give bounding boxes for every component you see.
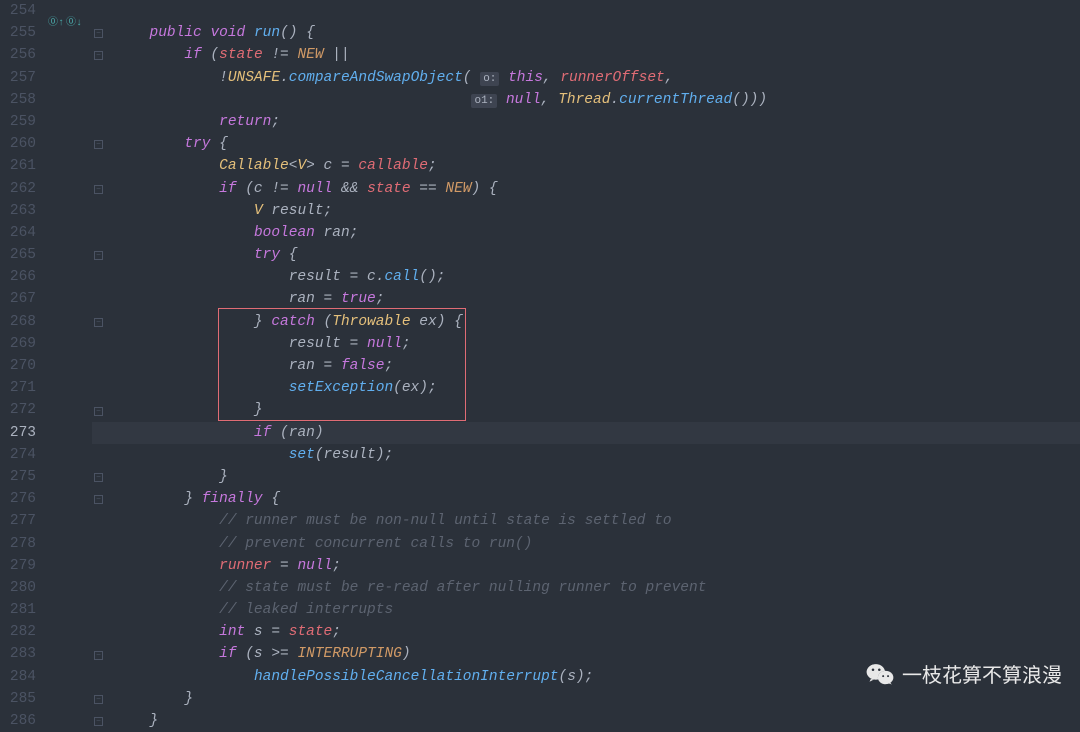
code-line[interactable]: boolean ran;: [106, 222, 1080, 244]
code-line[interactable]: }: [106, 710, 1080, 732]
line-number: 282: [4, 621, 36, 643]
code-line[interactable]: public void run() {: [106, 22, 1080, 44]
line-number: 277: [4, 510, 36, 532]
line-number: 256: [4, 44, 36, 66]
code-line[interactable]: set(result);: [106, 444, 1080, 466]
fold-column: −−−−−−−−−−−−: [92, 0, 106, 722]
line-number: 284: [4, 666, 36, 688]
code-line[interactable]: }: [106, 399, 1080, 421]
watermark: 一枝花算不算浪漫: [866, 659, 1062, 688]
param-hint-badge: o:: [480, 72, 499, 86]
fold-marker-icon[interactable]: −: [94, 140, 103, 149]
code-line[interactable]: if (state != NEW ||: [106, 44, 1080, 66]
fold-marker-icon[interactable]: −: [94, 51, 103, 60]
line-number: 262: [4, 178, 36, 200]
watermark-text: 一枝花算不算浪漫: [902, 659, 1062, 688]
line-number: 271: [4, 377, 36, 399]
fold-marker-icon[interactable]: −: [94, 318, 103, 327]
code-line[interactable]: // runner must be non-null until state i…: [106, 510, 1080, 532]
code-line[interactable]: o1: null, Thread.currentThread())): [106, 89, 1080, 111]
code-line[interactable]: setException(ex);: [106, 377, 1080, 399]
fold-marker-icon[interactable]: −: [94, 651, 103, 660]
line-number: 274: [4, 444, 36, 466]
wechat-icon: [866, 662, 894, 686]
fold-marker-icon[interactable]: −: [94, 473, 103, 482]
line-number: 269: [4, 333, 36, 355]
line-number: 281: [4, 599, 36, 621]
fold-marker-icon[interactable]: −: [94, 695, 103, 704]
line-number: 267: [4, 288, 36, 310]
override-down-icon[interactable]: ⓪↓: [66, 13, 82, 29]
code-line[interactable]: return;: [106, 111, 1080, 133]
line-number: 259: [4, 111, 36, 133]
code-line[interactable]: !UNSAFE.compareAndSwapObject( o: this, r…: [106, 67, 1080, 89]
fold-marker-icon[interactable]: −: [94, 29, 103, 38]
code-line[interactable]: }: [106, 688, 1080, 710]
override-up-icon[interactable]: ⓪↑: [48, 13, 64, 29]
line-number: 268: [4, 311, 36, 333]
line-number: 285: [4, 688, 36, 710]
line-number: 286: [4, 710, 36, 732]
code-line[interactable]: }: [106, 466, 1080, 488]
code-line[interactable]: if (c != null && state == NEW) {: [106, 178, 1080, 200]
line-number: 280: [4, 577, 36, 599]
line-number: 270: [4, 355, 36, 377]
code-line[interactable]: if (ran): [106, 422, 1080, 444]
code-line[interactable]: ran = true;: [106, 288, 1080, 310]
line-number: 258: [4, 89, 36, 111]
code-line[interactable]: // state must be re-read after nulling r…: [106, 577, 1080, 599]
code-line[interactable]: // leaked interrupts: [106, 599, 1080, 621]
code-line[interactable]: V result;: [106, 200, 1080, 222]
code-line[interactable]: result = c.call();: [106, 266, 1080, 288]
line-number: 279: [4, 555, 36, 577]
param-hint-badge: o1:: [471, 94, 497, 108]
code-area[interactable]: public void run() { if (state != NEW || …: [106, 0, 1080, 722]
code-line[interactable]: runner = null;: [106, 555, 1080, 577]
line-number: 276: [4, 488, 36, 510]
code-line[interactable]: [106, 0, 1080, 22]
fold-marker-icon[interactable]: −: [94, 251, 103, 260]
code-line[interactable]: result = null;: [106, 333, 1080, 355]
code-line[interactable]: } finally {: [106, 488, 1080, 510]
line-number: 254: [4, 0, 36, 22]
code-line[interactable]: // prevent concurrent calls to run(): [106, 533, 1080, 555]
line-number: 272: [4, 399, 36, 421]
code-editor: 2542552562572582592602612622632642652662…: [0, 0, 1080, 722]
line-number: 283: [4, 643, 36, 665]
line-number: 260: [4, 133, 36, 155]
code-line[interactable]: try {: [106, 133, 1080, 155]
fold-marker-icon[interactable]: −: [94, 185, 103, 194]
code-line[interactable]: } catch (Throwable ex) {: [106, 311, 1080, 333]
line-number: 264: [4, 222, 36, 244]
fold-marker-icon[interactable]: −: [94, 495, 103, 504]
code-line[interactable]: Callable<V> c = callable;: [106, 155, 1080, 177]
code-line[interactable]: ran = false;: [106, 355, 1080, 377]
line-number: 263: [4, 200, 36, 222]
code-line[interactable]: int s = state;: [106, 621, 1080, 643]
line-number: 261: [4, 155, 36, 177]
line-number: 266: [4, 266, 36, 288]
line-number: 255: [4, 22, 36, 44]
line-number-gutter: 2542552562572582592602612622632642652662…: [0, 0, 44, 722]
line-number: 275: [4, 466, 36, 488]
line-number: 273: [4, 422, 36, 444]
line-number: 278: [4, 533, 36, 555]
gutter-annotations: ⓪↑ ⓪↓: [44, 0, 92, 722]
fold-marker-icon[interactable]: −: [94, 407, 103, 416]
line-number: 265: [4, 244, 36, 266]
code-line[interactable]: try {: [106, 244, 1080, 266]
line-number: 257: [4, 67, 36, 89]
